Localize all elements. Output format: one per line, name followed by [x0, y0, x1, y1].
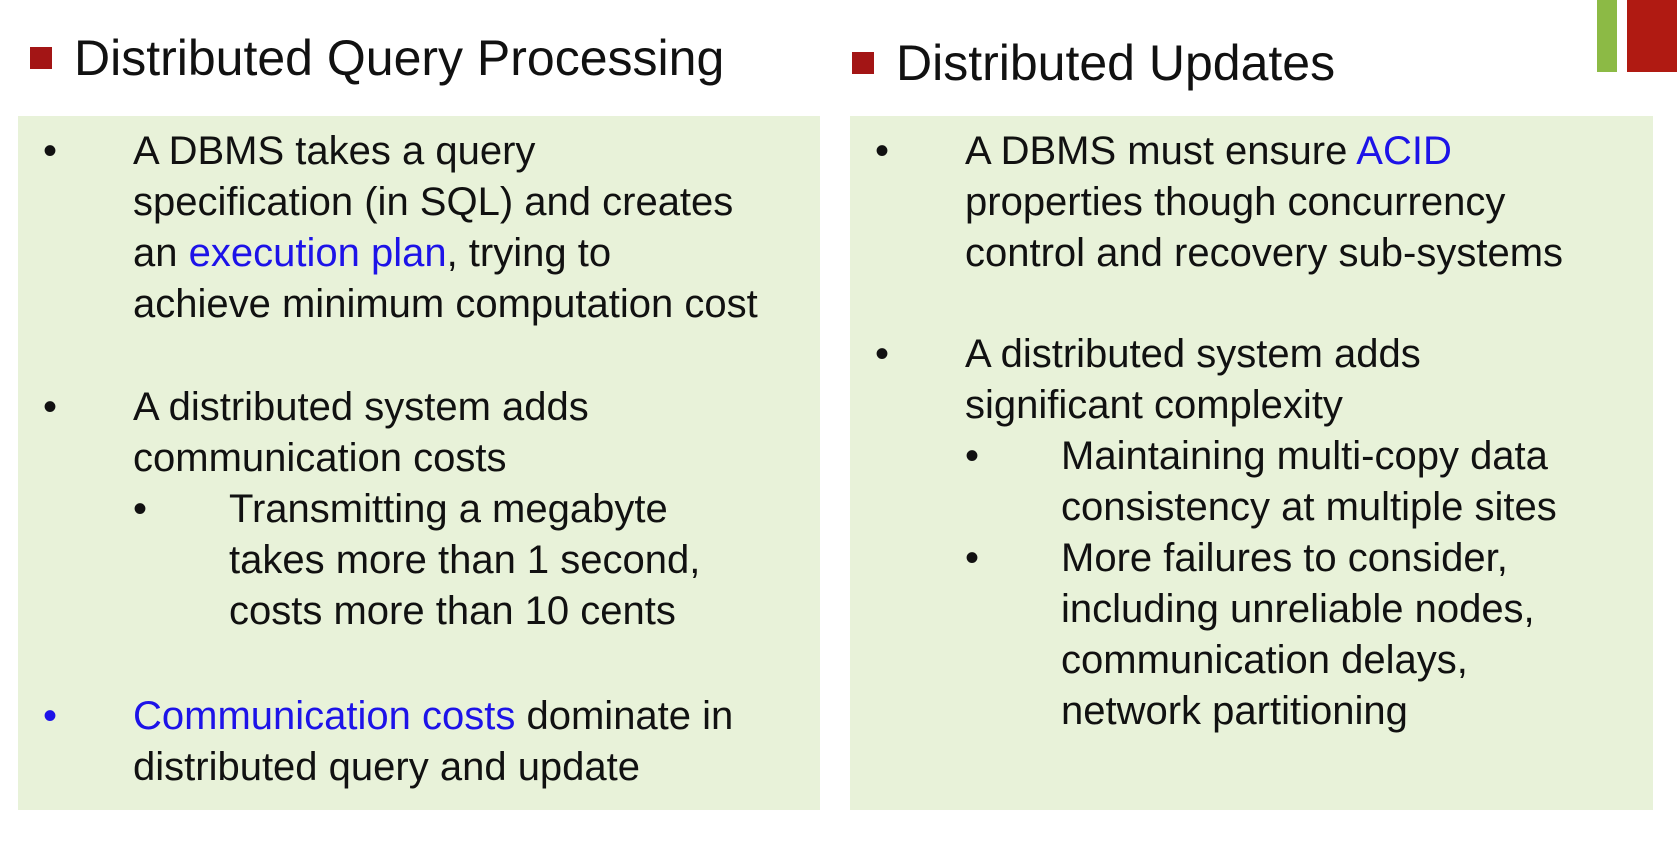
- title-square-bullet-icon: [30, 46, 52, 69]
- right-sub-bullet-1: • Maintaining multi-copy data consistenc…: [965, 431, 1557, 533]
- text-line: including unreliable nodes,: [1061, 587, 1535, 631]
- text-line: takes more than 1 second,: [229, 538, 701, 582]
- text-segment: an: [133, 231, 189, 275]
- text-segment: , trying to: [446, 231, 612, 275]
- right-content-panel: • A DBMS must ensure ACID properties tho…: [850, 116, 1653, 810]
- bullet-dot-icon: •: [965, 434, 980, 478]
- bullet-dot-icon: •: [875, 129, 890, 173]
- left-content-panel: • A DBMS takes a query specification (in…: [18, 116, 820, 810]
- text-line: Maintaining multi-copy data: [1061, 434, 1548, 478]
- title-square-bullet-icon: [852, 51, 874, 74]
- text-line: A DBMS takes a query: [133, 129, 536, 173]
- accent-bar-red: [1627, 0, 1677, 72]
- accent-bar-green: [1597, 0, 1617, 72]
- text-line: distributed query and update: [133, 745, 641, 789]
- text-line: significant complexity: [965, 383, 1343, 427]
- text-line: network partitioning: [1061, 689, 1408, 733]
- text-line: properties though concurrency: [965, 180, 1506, 224]
- text-line: communication costs: [133, 436, 507, 480]
- text-line: A distributed system adds: [133, 385, 589, 429]
- right-section-title: Distributed Updates: [852, 35, 1335, 91]
- highlight-term: ACID: [1356, 129, 1452, 173]
- text-line: achieve minimum computation cost: [133, 282, 758, 326]
- bullet-dot-icon: •: [133, 487, 148, 531]
- highlight-term: execution plan: [188, 231, 447, 275]
- text-line: consistency at multiple sites: [1061, 485, 1557, 529]
- left-title-text: Distributed Query Processing: [74, 30, 725, 86]
- bullet-dot-icon: •: [875, 332, 890, 376]
- text-segment: A DBMS must ensure: [965, 129, 1357, 173]
- highlight-term: Communication costs: [133, 694, 516, 738]
- right-sub-bullet-2: • More failures to consider, including u…: [965, 533, 1535, 737]
- text-line: control and recovery sub-systems: [965, 231, 1564, 275]
- text-line: More failures to consider,: [1061, 536, 1508, 580]
- text-line: communication delays,: [1061, 638, 1468, 682]
- text-line: A distributed system adds: [965, 332, 1421, 376]
- left-bullet-2: • A distributed system adds communicatio…: [43, 382, 589, 484]
- text-line: an execution plan, trying to: [133, 228, 758, 279]
- left-bullet-3: • Communication costs dominate in distri…: [43, 691, 733, 793]
- text-line: costs more than 10 cents: [229, 589, 676, 633]
- bullet-dot-icon: •: [43, 385, 58, 429]
- bullet-dot-icon: •: [43, 694, 58, 738]
- left-bullet-1: • A DBMS takes a query specification (in…: [43, 126, 758, 330]
- left-section-title: Distributed Query Processing: [30, 30, 724, 86]
- text-line: specification (in SQL) and creates: [133, 180, 734, 224]
- text-line: Transmitting a megabyte: [229, 487, 668, 531]
- right-bullet-1: • A DBMS must ensure ACID properties tho…: [875, 126, 1564, 279]
- text-line: A DBMS must ensure ACID: [965, 126, 1563, 177]
- bullet-dot-icon: •: [43, 129, 58, 173]
- right-title-text: Distributed Updates: [896, 35, 1336, 91]
- left-sub-bullet-1: • Transmitting a megabyte takes more tha…: [133, 484, 701, 637]
- text-line: Communication costs dominate in: [133, 691, 733, 742]
- bullet-dot-icon: •: [965, 536, 980, 580]
- right-bullet-2: • A distributed system adds significant …: [875, 329, 1421, 431]
- text-segment: dominate in: [515, 694, 734, 738]
